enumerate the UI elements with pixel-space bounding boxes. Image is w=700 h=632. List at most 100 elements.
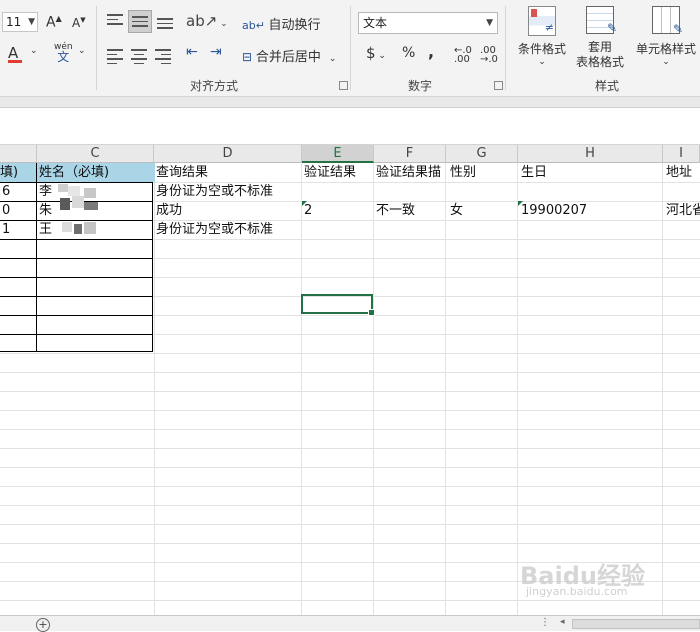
percent-icon: %	[402, 45, 416, 61]
gridline	[0, 410, 700, 411]
gridline	[0, 467, 700, 468]
ribbon: 11 ▼ A▲ A▼ A ⌄ wén 文 ⌄ ab↗ ⌄ ab↵ 自动换行 ⇤ ⇥ …	[0, 0, 700, 97]
ribbon-bottom-bar	[0, 97, 700, 108]
column-header-d[interactable]: D	[154, 145, 302, 163]
bordered-table-divider	[36, 163, 37, 352]
group-label-styles: 样式	[595, 79, 620, 93]
tab-split-handle-icon[interactable]: ⋮	[540, 617, 550, 628]
cell-b2[interactable]: 0	[2, 201, 36, 220]
align-left-icon[interactable]	[107, 46, 123, 67]
shrink-font-icon: A	[72, 16, 81, 30]
format-as-table-icon: ✎	[586, 6, 617, 35]
gridline	[0, 372, 700, 373]
column-header-e[interactable]: E	[302, 145, 374, 163]
align-right-icon[interactable]	[155, 46, 172, 67]
conditional-formatting-button[interactable]: ≠ 条件格式 ⌄	[516, 6, 568, 67]
watermark-url: jingyan.baidu.com	[526, 585, 628, 598]
wrap-text-button[interactable]: ab↵ 自动换行	[242, 14, 320, 33]
phonetic-icon: 文	[57, 50, 70, 64]
merge-center-icon: ⊟	[242, 50, 256, 64]
cell-b3[interactable]: 1	[2, 220, 36, 239]
column-header-b[interactable]	[0, 145, 37, 163]
comma-icon: ,	[428, 42, 435, 61]
gridline	[0, 391, 700, 392]
shrink-font-button[interactable]: A▼	[72, 16, 86, 30]
increase-indent-icon[interactable]: ⇥	[210, 44, 222, 60]
column-header-h[interactable]: H	[518, 145, 663, 163]
chevron-down-icon: ▼	[28, 17, 35, 27]
cell-styles-button[interactable]: ✎ 单元格样式 ⌄	[632, 6, 700, 67]
cell-b1[interactable]: 6	[2, 182, 36, 201]
percent-button[interactable]: %	[402, 45, 415, 61]
cell-g2[interactable]: 女	[450, 201, 517, 220]
gridline	[0, 505, 700, 506]
active-cell[interactable]	[301, 294, 375, 316]
group-label-number: 数字	[408, 79, 433, 93]
grow-font-icon: A	[46, 14, 56, 31]
spreadsheet-grid[interactable]: C D E F G H I 填) 姓名（必填) 查询结果 验证结果 验证结果描 …	[0, 145, 700, 615]
decrease-indent-icon[interactable]: ⇤	[186, 44, 198, 60]
cell-h2[interactable]: 19900207	[521, 201, 661, 220]
cell-i-header[interactable]: 地址	[666, 163, 700, 182]
font-color-dropdown[interactable]: ⌄	[30, 46, 38, 56]
cell-styles-icon: ✎	[652, 6, 683, 36]
cell-d-header[interactable]: 查询结果	[156, 163, 301, 182]
gridline	[0, 600, 700, 601]
formula-bar[interactable]	[0, 108, 700, 145]
conditional-formatting-label: 条件格式	[517, 42, 566, 56]
horizontal-scrollbar[interactable]	[572, 619, 700, 629]
column-header-c[interactable]: C	[37, 145, 154, 163]
column-header-f[interactable]: F	[374, 145, 446, 163]
gridline	[0, 543, 700, 544]
separator	[96, 6, 97, 90]
cell-d3[interactable]: 身份证为空或不标准	[156, 220, 301, 239]
cell-f2[interactable]: 不一致	[376, 201, 445, 220]
fill-handle[interactable]	[368, 309, 375, 316]
cell-d1[interactable]: 身份证为空或不标准	[156, 182, 301, 201]
grow-font-button[interactable]: A▲	[46, 14, 62, 31]
phonetic-button[interactable]: wén 文	[54, 42, 73, 64]
scroll-left-icon[interactable]: ◂	[560, 617, 565, 627]
cell-b-header[interactable]: 填)	[0, 163, 36, 182]
cell-i2[interactable]: 河北省	[666, 201, 700, 220]
cell-c-header[interactable]: 姓名（必填)	[37, 163, 155, 182]
cell-e-header[interactable]: 验证结果	[304, 163, 373, 182]
font-color-button[interactable]: A	[8, 44, 22, 63]
chevron-down-icon: ▼	[486, 18, 493, 28]
cell-g-header[interactable]: 性别	[450, 163, 517, 182]
gridline	[0, 448, 700, 449]
cell-h-header[interactable]: 生日	[521, 163, 661, 182]
gridline	[0, 524, 700, 525]
group-label-alignment: 对齐方式	[190, 79, 239, 93]
font-size-select[interactable]: 11 ▼	[2, 12, 38, 32]
conditional-formatting-icon: ≠	[528, 6, 556, 36]
currency-button[interactable]: $ ⌄	[366, 44, 386, 62]
cell-styles-label: 单元格样式	[635, 42, 696, 56]
decrease-decimal-icon[interactable]: .00 →.0	[480, 46, 498, 65]
merge-center-button[interactable]: ⊟ 合并后居中 ⌄	[242, 46, 336, 65]
gridline	[301, 163, 302, 615]
align-middle-icon[interactable]	[128, 10, 152, 33]
align-center-icon[interactable]	[131, 46, 147, 67]
format-as-table-label-2: 表格格式	[575, 55, 624, 69]
cell-e2[interactable]: 2	[304, 201, 373, 220]
wrap-text-label: 自动换行	[268, 18, 321, 33]
align-top-icon[interactable]	[107, 11, 123, 28]
phonetic-dropdown[interactable]: ⌄	[78, 46, 86, 56]
comma-button[interactable]: ,	[428, 42, 434, 61]
cell-d2[interactable]: 成功	[156, 201, 301, 220]
column-header-g[interactable]: G	[446, 145, 518, 163]
align-bottom-icon[interactable]	[157, 15, 173, 32]
wrap-text-icon: ab↵	[242, 19, 269, 32]
alignment-dialog-launcher-icon[interactable]	[339, 81, 348, 90]
column-header-i[interactable]: I	[663, 145, 700, 163]
cell-f-header[interactable]: 验证结果描	[376, 163, 445, 182]
gridline	[0, 429, 700, 430]
orientation-button[interactable]: ab↗ ⌄	[186, 12, 228, 30]
number-dialog-launcher-icon[interactable]	[494, 81, 503, 90]
number-format-select[interactable]: 文本 ▼	[358, 12, 498, 34]
gridline	[373, 163, 374, 615]
increase-decimal-icon[interactable]: ←.0.00	[454, 46, 472, 65]
gridline	[445, 163, 446, 615]
font-size-value: 11	[6, 15, 22, 29]
